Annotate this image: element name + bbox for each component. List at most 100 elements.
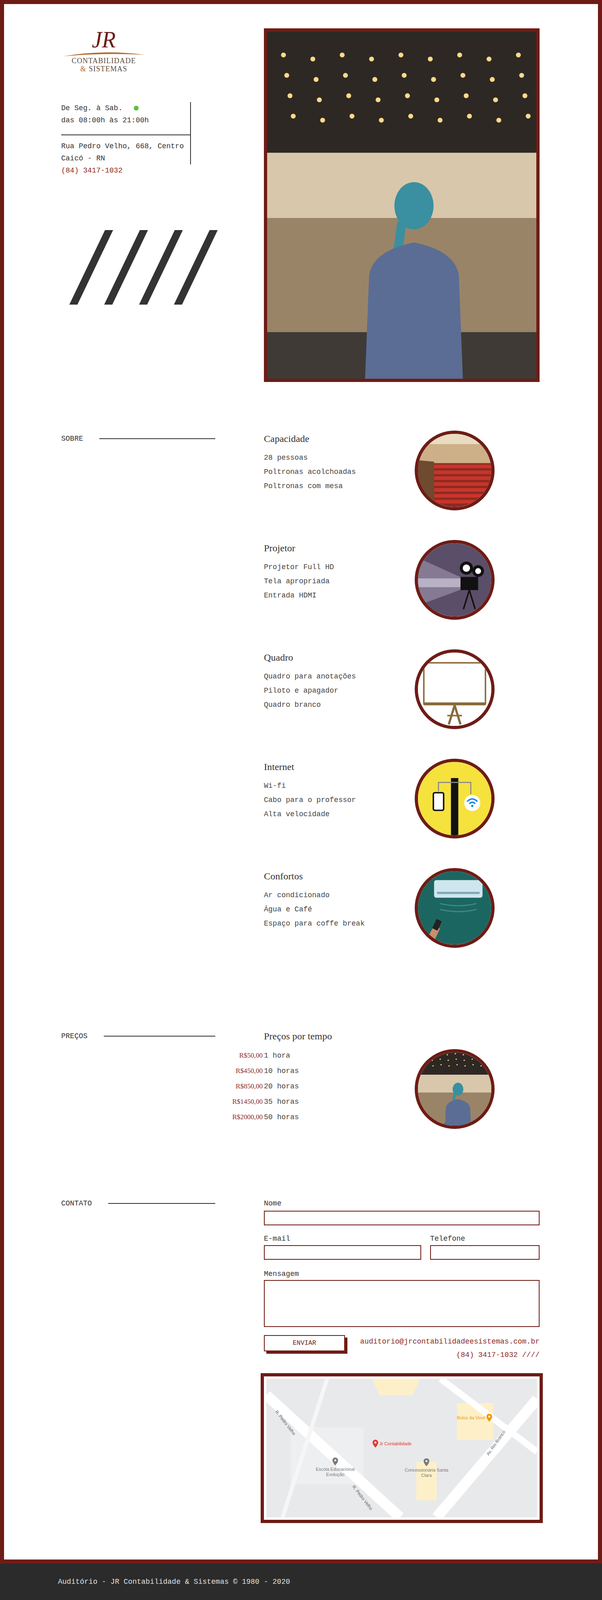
feature-title: Internet: [263, 760, 415, 775]
feature-item: Cabo para o professor: [263, 793, 415, 808]
name-input[interactable]: [263, 1211, 540, 1227]
feature: ProjetorProjetor Full HDTela apropriadaE…: [263, 540, 540, 621]
logo-monogram: JR: [91, 28, 116, 52]
name-label: Nome: [263, 1199, 540, 1210]
feature-item: Projetor Full HD: [263, 560, 415, 575]
hero-left: JR CONTABILIDADE&SISTEMAS De Seg. à Sab.da…: [61, 28, 216, 383]
price-value: R$50,00: [227, 1051, 263, 1062]
footer: Auditório - JR Contabilidade & Sistemas …: [0, 1564, 602, 1600]
prices-content: Preços por tempo R$50,001 horaR$450,0010 …: [227, 1029, 495, 1130]
auditorium-photo: [267, 31, 537, 380]
price-duration: 35 horas: [263, 1097, 299, 1109]
feature-image: [414, 759, 495, 840]
feature-item: Piloto e apagador: [263, 684, 415, 699]
form-footer: ENVIARauditorio@jrcontabilidadeesistemas…: [263, 1336, 540, 1363]
feature-item: Ar condicionado: [263, 889, 415, 904]
feature-text: Quadro Quadro para anotaçõesPiloto e apag…: [263, 649, 415, 730]
map-place-name: Bolos da Vovó: [456, 1416, 486, 1422]
section-rule: [108, 1204, 216, 1205]
map-place-name: Concessionária Santa Clara: [400, 1468, 453, 1480]
prices-table: Preços por tempo R$50,001 horaR$450,0010 …: [227, 1029, 415, 1130]
feature-item: Poltronas acolchoadas: [263, 465, 415, 480]
feature-image: [414, 430, 495, 511]
feature: Quadro Quadro para anotaçõesPiloto e apag…: [263, 649, 540, 730]
logo-line2-row: &SISTEMAS: [80, 64, 128, 73]
footer-text: Auditório - JR Contabilidade & Sistemas …: [57, 1577, 291, 1589]
map-canvas: R. Pedro VelhoR. Pedro VelhoAv. Rio Bran…: [266, 1379, 538, 1519]
logo-line1: CONTABILIDADE: [71, 56, 137, 65]
address: Rua Pedro Velho, 668, CentroCaicó - RN: [61, 135, 191, 165]
section-header: PREÇOS: [61, 1029, 216, 1045]
email-label: E-mail: [263, 1234, 422, 1245]
phone-input[interactable]: [430, 1246, 540, 1261]
seats-image: [417, 434, 492, 508]
price-value: R$1450,00: [227, 1097, 263, 1108]
open-status-dot: [133, 105, 139, 111]
feature-text: Confortos Ar condicionadoÁgua e CaféEspaç…: [263, 868, 415, 949]
feature-text: Internet Wi-fiCabo para o professorAlta v…: [263, 759, 415, 840]
price-row: R$450,0010 horas: [227, 1064, 415, 1080]
section-rule: [103, 1036, 216, 1038]
feature: Capacidade28 pessoasPoltronas acolchoada…: [263, 430, 540, 511]
speaker-photo: [417, 1053, 492, 1127]
prices-image: [414, 1049, 495, 1130]
email-phone-row: E-mail Telefone: [263, 1234, 540, 1261]
feature-title: Confortos: [263, 869, 415, 885]
message-label: Mensagem: [263, 1269, 540, 1281]
feature-item: Espaço para coffe break: [263, 917, 415, 932]
map-pin-icon: [486, 1414, 493, 1423]
map-place-name: Jr Contabilidade: [379, 1442, 412, 1448]
map-roads-icon: [266, 1379, 538, 1519]
logo: JR CONTABILIDADE&SISTEMAS: [61, 28, 147, 73]
feature-items: Quadro para anotaçõesPiloto e apagadorQu…: [263, 670, 415, 713]
map-place-name: Escola Educacional Evolução: [310, 1467, 360, 1479]
feature-image: [414, 649, 495, 730]
hours: De Seg. à Sab.das 08:00h às 21:00h: [61, 102, 191, 136]
feature-text: Capacidade28 pessoasPoltronas acolchoada…: [263, 430, 415, 511]
feature-item: Água e Café: [263, 903, 415, 918]
price-duration: 20 horas: [263, 1081, 299, 1093]
map-place: Escola Educacional Evolução: [310, 1458, 360, 1479]
section-rule: [99, 438, 216, 440]
prices-title: Preços por tempo: [227, 1029, 415, 1045]
feature-item: Poltronas com mesa: [263, 479, 415, 494]
map-place: Jr Contabilidade: [372, 1440, 412, 1449]
feature-text: ProjetorProjetor Full HDTela apropriadaE…: [263, 540, 415, 621]
map-pin-icon: [332, 1458, 339, 1467]
map-pin-icon: [372, 1440, 379, 1449]
feature-list: Capacidade28 pessoasPoltronas acolchoada…: [263, 430, 540, 949]
section-header: CONTATO: [61, 1199, 216, 1210]
info-box: De Seg. à Sab.das 08:00h às 21:00hRua Pe…: [61, 102, 191, 165]
map-place: Concessionária Santa Clara: [400, 1459, 453, 1480]
logo-line2: SISTEMAS: [88, 64, 128, 73]
feature-items: 28 pessoasPoltronas acolchoadasPoltronas…: [263, 451, 415, 494]
message-input[interactable]: [263, 1281, 540, 1329]
feature-item: Entrada HDMI: [263, 589, 415, 604]
map-place: Bolos da Vovó: [456, 1414, 493, 1423]
price-duration: 10 horas: [263, 1066, 299, 1078]
map-pin-icon: [423, 1459, 430, 1468]
logo-amp: &: [80, 64, 87, 73]
air-conditioner-icon: [417, 871, 492, 946]
send-button[interactable]: ENVIAR: [263, 1336, 345, 1353]
feature-title: Quadro: [263, 650, 415, 666]
price-duration: 1 hora: [263, 1051, 291, 1063]
contact-form: Nome E-mail Telefone Mensagem ENVIARauditori…: [263, 1199, 540, 1525]
feature-item: Tela apropriada: [263, 574, 415, 590]
hours-days-row: De Seg. à Sab.: [61, 102, 191, 115]
slashes-graphic-icon: [69, 230, 220, 305]
email-input[interactable]: [263, 1246, 422, 1261]
feature-item: Quadro para anotações: [263, 670, 415, 685]
hero-photo: [263, 28, 540, 383]
address-street: Rua Pedro Velho, 668, Centro: [61, 140, 187, 153]
feature-items: Wi-fiCabo para o professorAlta velocidad…: [263, 779, 415, 823]
feature-items: Projetor Full HDTela apropriadaEntrada H…: [263, 560, 415, 604]
phone-label: Telefone: [430, 1234, 540, 1245]
address-city: Caicó - RN: [61, 152, 187, 165]
price-row: R$2000,0050 horas: [227, 1110, 415, 1126]
prices-section: PREÇOS Preços por tempo R$50,001 horaR$450…: [4, 1029, 598, 1130]
price-row: R$1450,0035 horas: [227, 1094, 415, 1111]
hero: JR CONTABILIDADE&SISTEMAS De Seg. à Sab.da…: [4, 4, 598, 383]
map[interactable]: R. Pedro VelhoR. Pedro VelhoAv. Rio Bran…: [260, 1374, 543, 1525]
internet-icon: [417, 762, 492, 836]
